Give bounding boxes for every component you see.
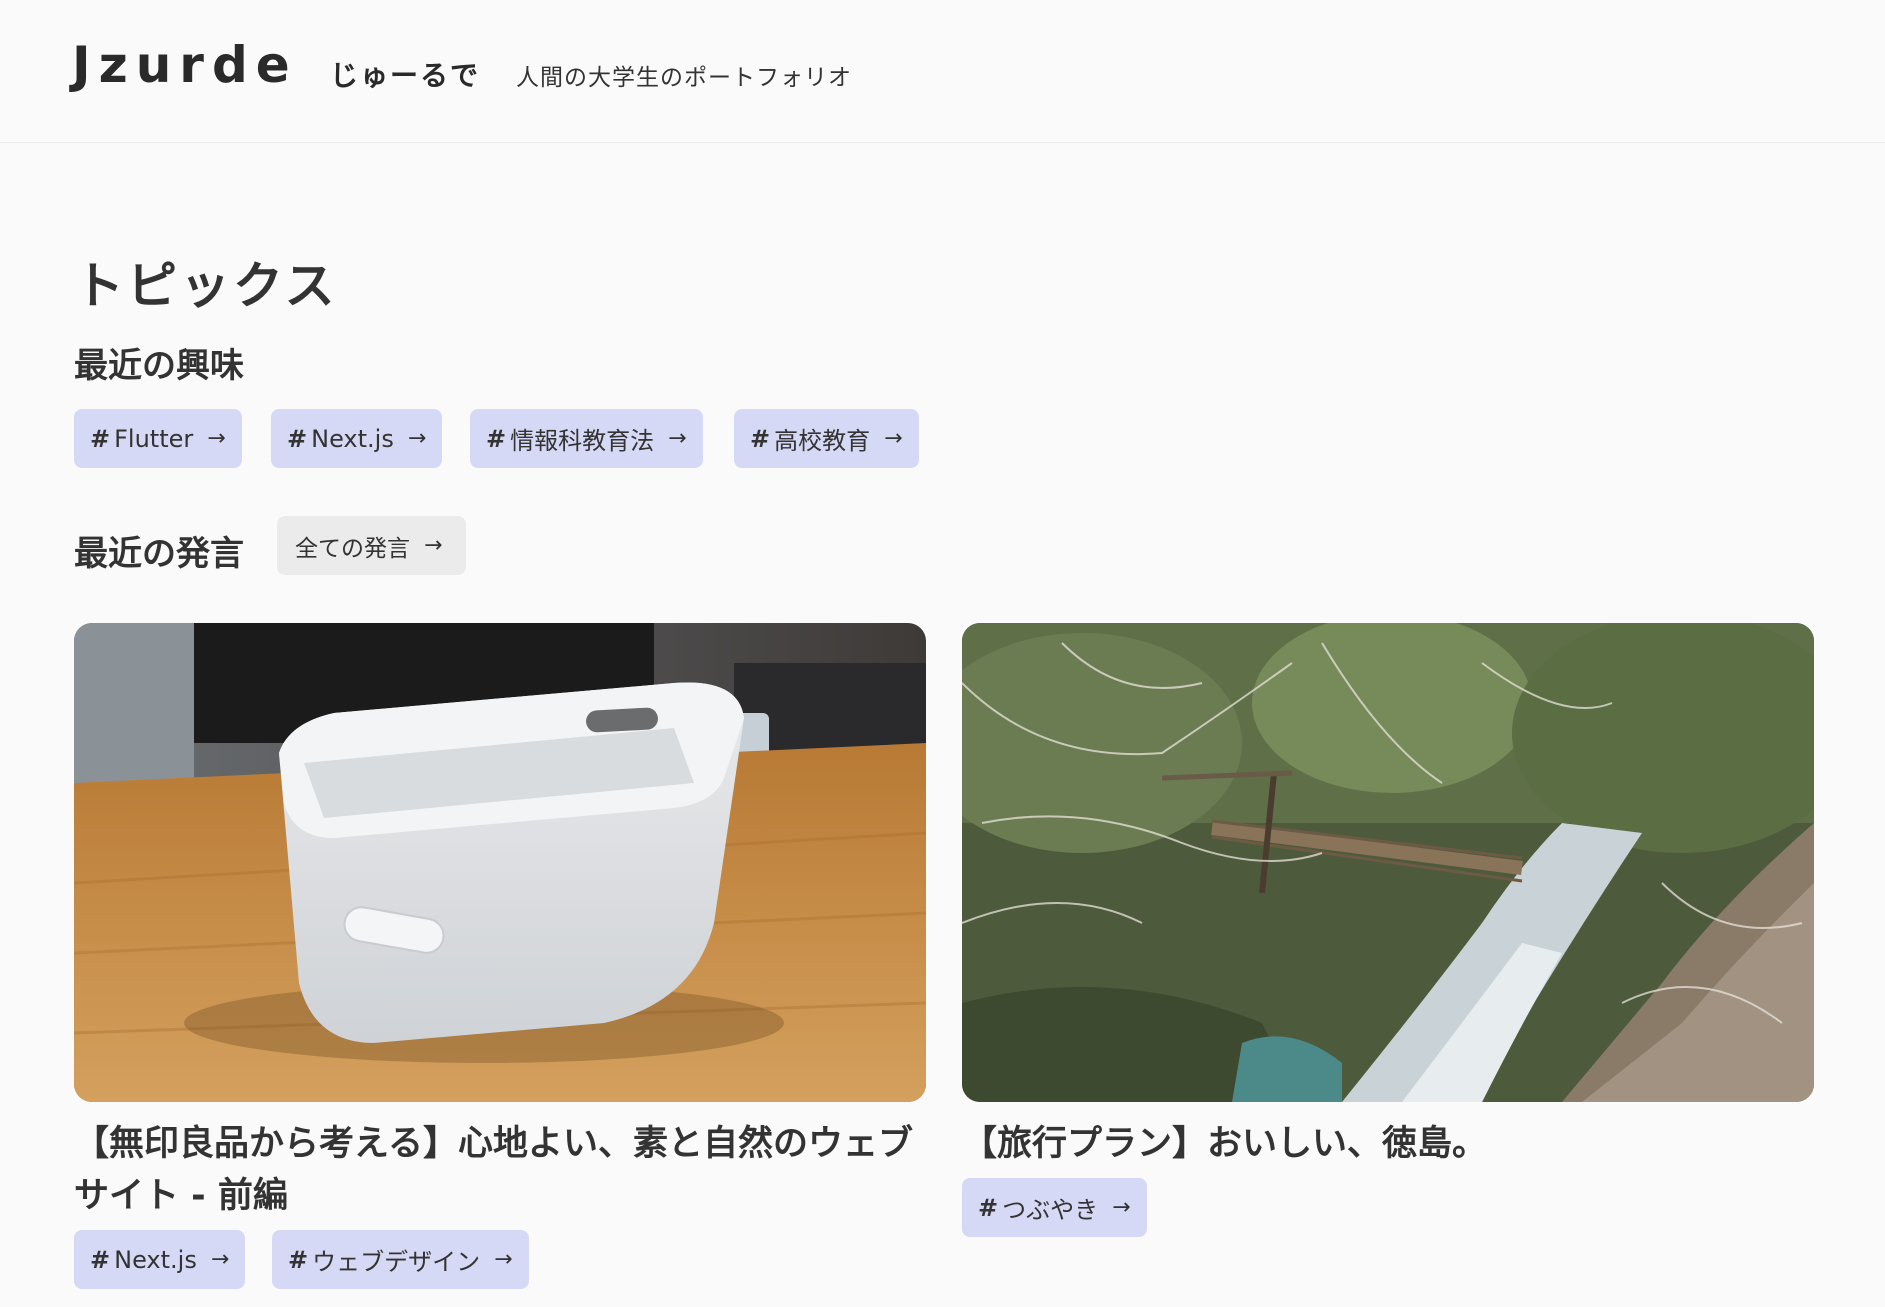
tag-tweets[interactable]: # つぶやき → [962,1178,1147,1237]
hash-icon: # [90,424,111,453]
post-title[interactable]: 【無印良品から考える】心地よい、素と自然のウェブサイト - 前編 [74,1118,934,1222]
all-posts-label: 全ての発言 [295,535,410,562]
tag-label: 情報科教育法 [510,427,655,455]
tag-label: ウェブデザイン [312,1248,481,1276]
vine-bridge-photo [962,623,1814,1102]
hash-icon: # [288,1245,309,1274]
arrow-right-icon: → [424,533,443,558]
tag-label: 高校教育 [774,427,871,455]
interests-heading: 最近の興味 [74,346,244,386]
hash-icon: # [287,424,308,453]
post-image-storage-box[interactable] [74,623,926,1102]
post-title[interactable]: 【旅行プラン】おいしい、徳島。 [962,1118,1822,1170]
tag-flutter[interactable]: # Flutter → [74,409,242,468]
tag-high-school-education[interactable]: # 高校教育 → [734,409,919,468]
arrow-right-icon: → [207,426,226,451]
arrow-right-icon: → [668,426,687,451]
site-header: Jzurde じゅーるで 人間の大学生のポートフォリオ [0,0,1885,143]
hash-icon: # [750,424,771,453]
arrow-right-icon: → [407,426,427,451]
tag-web-design[interactable]: # ウェブデザイン → [272,1230,529,1289]
posts-heading: 最近の発言 [74,534,244,574]
page-title: トピックス [74,257,338,315]
site-tagline: 人間の大学生のポートフォリオ [516,65,852,91]
tag-label: Flutter [114,424,194,453]
tag-label: つぶやき [1002,1196,1099,1224]
tag-label: Next.js [311,424,394,453]
site-logo[interactable]: Jzurde [72,36,298,94]
all-posts-button[interactable]: 全ての発言 → [277,516,466,575]
arrow-right-icon: → [884,426,903,451]
tag-information-teaching-method[interactable]: # 情報科教育法 → [470,409,703,468]
storage-box-photo [74,623,926,1102]
arrow-right-icon: → [210,1247,230,1272]
arrow-right-icon: → [494,1247,513,1272]
hash-icon: # [978,1193,999,1222]
site-logo-kana: じゅーるで [330,59,481,92]
hash-icon: # [486,424,507,453]
arrow-right-icon: → [1112,1195,1131,1220]
post-image-vine-bridge[interactable] [962,623,1814,1102]
tag-nextjs[interactable]: # Next.js → [271,409,443,468]
tag-label: Next.js [114,1245,197,1274]
hash-icon: # [90,1245,111,1274]
tag-nextjs[interactable]: # Next.js → [74,1230,246,1289]
